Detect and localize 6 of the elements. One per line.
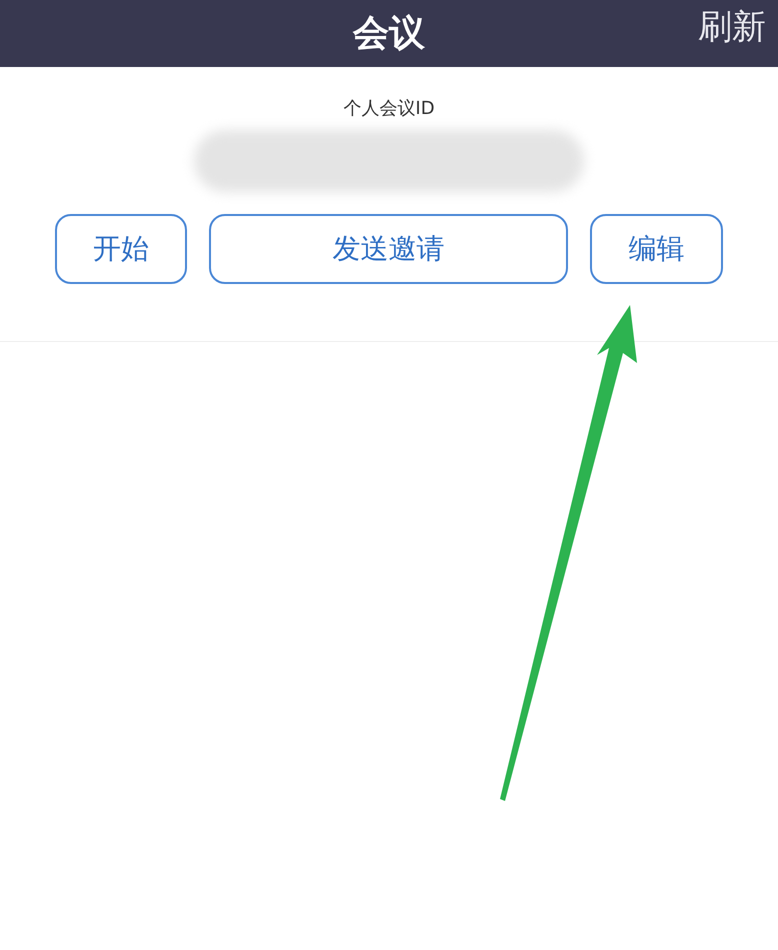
- screen-title: 会议: [353, 12, 425, 56]
- send-invite-button[interactable]: 发送邀请: [209, 214, 568, 284]
- refresh-button[interactable]: 刷新: [698, 2, 766, 53]
- meeting-id-label: 个人会议ID: [343, 97, 435, 121]
- edit-button[interactable]: 编辑: [590, 214, 723, 284]
- start-button[interactable]: 开始: [55, 214, 187, 284]
